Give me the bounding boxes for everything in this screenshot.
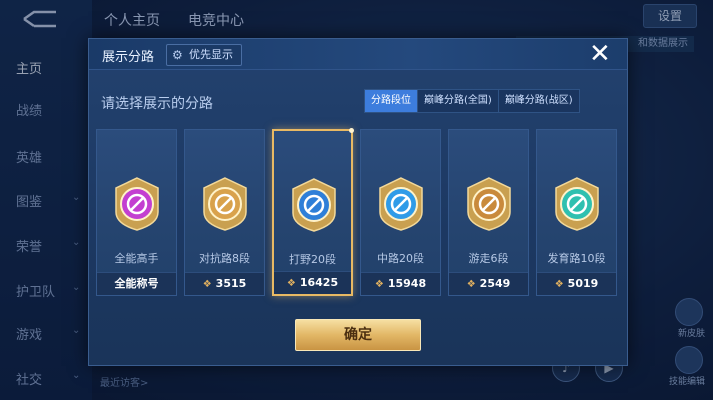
rank-points-icon: ❖ <box>466 279 476 290</box>
lane-rank-label: 发育路10段 <box>547 252 606 265</box>
tab-peak-region[interactable]: 巅峰分路(战区) <box>497 90 579 112</box>
lane-card[interactable]: 中路20段 ❖ 15948 <box>360 129 441 296</box>
rank-points-icon: ❖ <box>554 279 564 290</box>
lane-rank-label: 全能高手 <box>114 252 159 265</box>
tab-lane-rank[interactable]: 分路段位 <box>365 90 417 112</box>
dialog-title: 展示分路 <box>102 50 155 65</box>
lane-display-dialog: 展示分路 ⚙ 优先显示 ✕ 请选择展示的分路 分路段位 巅峰分路(全国) 巅峰分… <box>88 38 628 366</box>
lane-score-value: 2549 <box>479 277 511 290</box>
lane-rank-label: 对抗路8段 <box>199 252 250 265</box>
rank-points-icon: ❖ <box>286 278 296 289</box>
lane-score-value: 5019 <box>567 277 599 290</box>
dialog-subtitle: 请选择展示的分路 <box>101 96 213 112</box>
priority-display-label: 优先显示 <box>189 48 233 61</box>
roam-emblem-icon <box>467 177 511 231</box>
confirm-button[interactable]: 确定 <box>295 319 421 351</box>
lane-rank-label: 打野20段 <box>289 253 336 266</box>
lane-type-tabs: 分路段位 巅峰分路(全国) 巅峰分路(战区) <box>364 89 580 113</box>
lane-rank-label: 游走6段 <box>468 252 509 265</box>
priority-display-button[interactable]: ⚙ 优先显示 <box>166 44 242 66</box>
rank-points-icon: ❖ <box>374 279 384 290</box>
all-round-emblem-icon <box>115 177 159 231</box>
lane-score: ❖ 5019 <box>537 272 616 295</box>
lane-rank-label: 中路20段 <box>377 252 424 265</box>
lane-card[interactable]: 全能高手 全能称号 <box>96 129 177 296</box>
lane-card[interactable]: 打野20段 ❖ 16425 <box>272 128 354 296</box>
farm-lane-emblem-icon <box>555 177 599 231</box>
lane-score-value: 3515 <box>215 277 247 290</box>
lane-score-value: 全能称号 <box>114 277 159 290</box>
close-icon[interactable]: ✕ <box>589 39 611 69</box>
rank-points-icon: ❖ <box>202 279 212 290</box>
lane-card[interactable]: 发育路10段 ❖ 5019 <box>536 129 617 296</box>
dialog-header: 展示分路 ⚙ 优先显示 <box>89 39 627 70</box>
lane-card[interactable]: 游走6段 ❖ 2549 <box>448 129 529 296</box>
lane-score: ❖ 2549 <box>449 272 528 295</box>
jungle-emblem-icon <box>292 178 336 232</box>
tab-peak-national[interactable]: 巅峰分路(全国) <box>417 90 498 112</box>
lane-score: ❖ 3515 <box>185 272 264 295</box>
lane-score: ❖ 15948 <box>361 272 440 295</box>
selected-marker <box>349 128 354 133</box>
clash-lane-emblem-icon <box>203 177 247 231</box>
lane-score-value: 16425 <box>299 276 339 289</box>
gear-icon: ⚙ <box>172 48 183 62</box>
lane-score-value: 15948 <box>387 277 427 290</box>
lane-score: ❖ 16425 <box>274 271 351 294</box>
mid-lane-emblem-icon <box>379 177 423 231</box>
lane-card[interactable]: 对抗路8段 ❖ 3515 <box>184 129 265 296</box>
lane-score: 全能称号 <box>97 272 176 295</box>
